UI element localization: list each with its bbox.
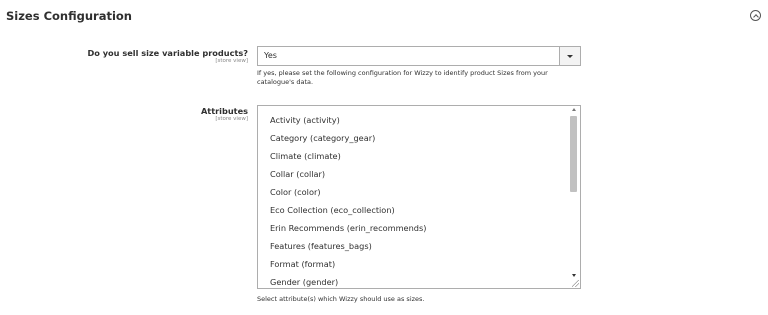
collapse-section-icon[interactable] [750, 10, 761, 21]
size-variable-note: If yes, please set the following configu… [257, 69, 548, 86]
size-variable-scope: [store view] [215, 58, 248, 64]
section-title[interactable]: Sizes Configuration [6, 9, 132, 23]
attribute-option[interactable]: Activity (activity) [270, 115, 340, 125]
attributes-scrollbar[interactable] [570, 108, 578, 286]
scroll-down-icon[interactable] [572, 274, 576, 277]
scroll-thumb[interactable] [570, 116, 577, 192]
size-variable-label: Do you sell size variable products? [87, 48, 248, 58]
attribute-option[interactable]: Erin Recommends (erin_recommends) [270, 223, 426, 233]
attribute-option[interactable]: Format (format) [270, 259, 335, 269]
attributes-label: Attributes [200, 106, 248, 116]
attributes-scope: [store view] [215, 116, 248, 122]
attribute-option[interactable]: Eco Collection (eco_collection) [270, 205, 395, 215]
attribute-option[interactable]: Features (features_bags) [270, 241, 372, 251]
attribute-option[interactable]: Category (category_gear) [270, 133, 375, 143]
resize-grip-icon[interactable] [572, 280, 579, 287]
attributes-multiselect[interactable]: Activity (activity) Category (category_g… [257, 105, 581, 289]
attribute-option[interactable]: Gender (gender) [270, 277, 338, 287]
size-variable-selected-value: Yes [264, 51, 277, 60]
size-variable-select[interactable]: Yes [257, 46, 581, 66]
attribute-option[interactable]: Collar (collar) [270, 169, 325, 179]
attribute-option[interactable]: Color (color) [270, 187, 321, 197]
scroll-up-icon[interactable] [572, 108, 576, 111]
attribute-option[interactable]: Climate (climate) [270, 151, 341, 161]
caret-down-icon[interactable] [559, 47, 580, 65]
attributes-note: Select attribute(s) which Wizzy should u… [257, 295, 425, 303]
